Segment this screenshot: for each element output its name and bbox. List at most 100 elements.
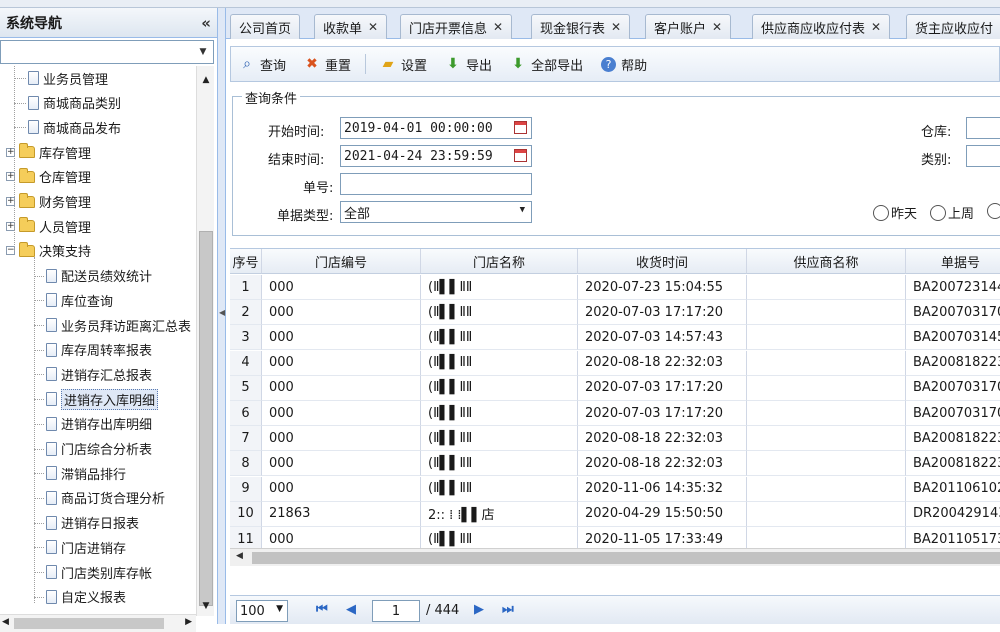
chevron-down-icon[interactable]: ▼ [195,43,211,61]
sidebar-item[interactable]: + 库存管理 [6,141,91,163]
sidebar-item[interactable]: 自定义报表 [46,586,126,608]
column-header[interactable]: 收货时间 [578,249,747,274]
close-icon[interactable]: ✕ [611,20,621,34]
sidebar-item[interactable]: 进销存汇总报表 [46,363,152,385]
radio-circle[interactable] [873,204,889,221]
table-row[interactable]: 9000(Ⅱ▌▌ⅡⅡ2020-11-06 14:35:32 BA201106102… [230,476,1000,502]
radio-next-option[interactable] [987,203,1000,219]
sidebar-item[interactable]: 商品订货合理分析 [46,487,165,509]
table-row[interactable]: 10 21863 2:: ⁞ ⁞▌▌店 2020-04-29 15:50:50 DR20… [230,501,1000,527]
table-cell [747,451,906,477]
warehouse-input[interactable] [966,117,1000,139]
close-icon[interactable]: ✕ [712,20,722,34]
column-header[interactable]: 门店名称 [421,249,578,274]
table-row[interactable]: 7000(Ⅱ▌▌ⅡⅡ2020-08-18 22:32:03 BA200818223… [230,426,1000,452]
sidebar-item[interactable]: 进销存出库明细 [46,413,152,435]
start-time-field[interactable]: 2019-04-01 00:00:00 [340,117,532,139]
first-page-icon[interactable]: ⏮ [316,602,328,617]
tree-connector [34,349,44,351]
sidebar-item[interactable]: 门店综合分析表 [46,438,152,460]
table-row[interactable]: 3000(Ⅱ▌▌ⅡⅡ2020-07-03 14:57:43 BA200703145… [230,325,1000,351]
tab[interactable]: 供应商应收应付表 ✕ [752,14,891,39]
settings-button[interactable]: ▰ 设置 [380,55,427,74]
splitter-grip-icon[interactable]: ◀ [219,308,225,317]
sidebar-item[interactable]: 库位查询 [46,289,113,311]
sidebar-item[interactable]: − 决策支持 [6,240,91,262]
sidebar-item[interactable]: 门店进销存 [46,536,126,558]
table-row[interactable]: 4000(Ⅱ▌▌ⅡⅡ2020-08-18 22:32:03 BA200818223… [230,350,1000,376]
end-time-field[interactable]: 2021-04-24 23:59:59 [340,145,532,167]
sidebar-item[interactable]: 进销存日报表 [46,512,139,534]
sidebar-item[interactable]: + 仓库管理 [6,166,91,188]
column-header[interactable]: 序号 [230,249,262,274]
table-row[interactable]: 1000(Ⅱ▌▌ⅡⅡ2020-07-23 15:04:55 BA200723144… [230,275,1000,300]
scroll-up-icon[interactable]: ▲ [197,72,215,88]
export-button[interactable]: ⬇ 导出 [445,55,492,74]
calendar-icon[interactable] [514,149,527,162]
scroll-left-icon[interactable]: ◀ [2,617,9,627]
radio-circle[interactable] [930,204,946,221]
scroll-down-icon[interactable]: ▼ [197,598,215,614]
radio-last-week[interactable]: 上周 [930,203,974,222]
sidebar-item[interactable]: 进销存入库明细 [46,388,159,410]
scroll-right-icon[interactable]: ▶ [185,617,192,627]
query-button[interactable]: ⌕ 查询 [239,55,286,74]
tab[interactable]: 客户账户 ✕ [645,14,732,39]
sidebar-item[interactable]: 业务员管理 [28,67,108,89]
scroll-left-icon[interactable]: ◀ [236,551,243,561]
table-row[interactable]: 2000(Ⅱ▌▌ⅡⅡ2020-07-03 17:17:20 BA200703170… [230,300,1000,326]
grid-horizontal-scrollbar[interactable]: ◀ [230,548,1000,566]
sidebar-vertical-scrollbar[interactable]: ▲ ▼ [196,66,214,616]
panel-splitter[interactable]: ◀ [218,8,226,624]
bill-number-input[interactable] [340,173,532,195]
tab[interactable]: 收款单 ✕ [314,14,388,39]
current-page-input[interactable]: 1 [372,600,420,622]
window-top-strip [0,0,1000,8]
reset-button[interactable]: ✖ 重置 [304,55,351,74]
scrollbar-thumb[interactable] [252,552,1000,564]
tab[interactable]: 现金银行表 ✕ [531,14,631,39]
radio-circle[interactable] [987,203,1000,219]
close-icon[interactable]: ✕ [493,20,503,34]
close-icon[interactable]: ✕ [368,20,378,34]
column-header[interactable]: 单据号 [906,249,1000,274]
sidebar-horizontal-scrollbar[interactable]: ◀ ▶ [0,614,196,632]
tab[interactable]: 公司首页 [230,14,301,39]
last-page-icon[interactable]: ⏭ [502,602,514,617]
sidebar-item[interactable]: 商城商品发布 [28,116,121,138]
module-select[interactable]: ▼ [0,40,214,64]
page-size-select[interactable]: 100 ▼ [236,600,288,622]
column-header[interactable]: 供应商名称 [747,249,906,274]
tab[interactable]: 门店开票信息 ✕ [400,14,513,39]
sidebar-item[interactable]: 商城商品类别 [28,92,121,114]
previous-page-icon[interactable]: ◀ [346,602,356,617]
sidebar-item[interactable]: 库存周转率报表 [46,339,152,361]
collapse-sidebar-icon[interactable]: « [201,14,211,32]
chevron-down-icon[interactable]: ▼ [276,604,283,614]
bill-type-select[interactable]: 全部 ▼ [340,201,532,223]
category-input[interactable] [966,145,1000,167]
sidebar-item[interactable]: 业务员拜访距离汇总表 [46,314,191,336]
table-row[interactable]: 5000(Ⅱ▌▌ⅡⅡ2020-07-03 17:17:20 BA200703170… [230,375,1000,401]
end-time-label: 结束时间: [268,153,325,168]
sidebar-item[interactable]: 门店类别库存帐 [46,561,152,583]
table-cell: 000 [262,401,421,426]
next-page-icon[interactable]: ▶ [474,602,484,617]
table-row[interactable]: 6000(Ⅱ▌▌ⅡⅡ2020-07-03 17:17:20 BA200703170… [230,401,1000,426]
table-row[interactable]: 8000(Ⅱ▌▌ⅡⅡ2020-08-18 22:32:03 BA200818223… [230,451,1000,477]
sidebar-item[interactable]: + 财务管理 [6,191,91,213]
radio-yesterday[interactable]: 昨天 [873,203,917,222]
export-all-button[interactable]: ⬇ 全部导出 [510,55,583,74]
calendar-icon[interactable] [514,121,527,134]
tree-connector [34,547,44,549]
help-button[interactable]: ? 帮助 [601,55,647,74]
sidebar-item[interactable]: + 人员管理 [6,215,91,237]
chevron-down-icon[interactable]: ▼ [520,205,525,215]
sidebar-item[interactable]: 滞销品排行 [46,462,126,484]
table-row[interactable]: 11 000 (Ⅱ▌▌ⅡⅡ 2020-11-05 17:33:49 BA20110517… [230,527,1000,548]
scrollbar-thumb[interactable] [199,231,213,606]
sidebar-item[interactable]: 配送员绩效统计 [46,265,152,287]
column-header[interactable]: 门店编号 [262,249,421,274]
tab[interactable]: 货主应收应付 [906,14,1000,39]
close-icon[interactable]: ✕ [871,20,881,34]
